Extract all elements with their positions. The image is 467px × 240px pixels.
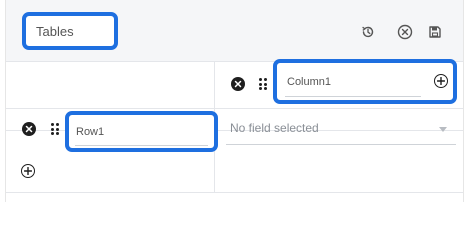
add-column-button[interactable] (434, 74, 448, 88)
field-select[interactable]: No field selected (230, 121, 319, 135)
close-icon (234, 80, 242, 88)
plus-icon (437, 77, 445, 85)
input-underline (75, 145, 208, 146)
save-button[interactable] (424, 21, 446, 43)
history-button[interactable] (357, 21, 379, 43)
right-edge (463, 0, 467, 202)
table-editor: Tables Column1 Row1 No field selected (0, 0, 467, 202)
drag-handle-icon[interactable] (51, 123, 59, 135)
title-field[interactable]: Tables (22, 12, 118, 50)
row-divider (6, 108, 463, 109)
history-icon (362, 26, 374, 38)
remove-row-button[interactable] (22, 122, 36, 136)
remove-column-button[interactable] (231, 77, 245, 91)
title-text: Tables (36, 24, 74, 39)
close-icon (25, 125, 33, 133)
table-grid: Column1 Row1 No field selected (6, 59, 463, 202)
row-divider (6, 192, 463, 193)
clear-button[interactable] (394, 21, 416, 43)
drag-handle-icon[interactable] (259, 78, 267, 90)
select-underline (226, 144, 456, 145)
input-underline (285, 96, 421, 97)
editor-header: Tables (6, 0, 463, 62)
chevron-down-icon[interactable] (439, 127, 447, 132)
column-label: Column1 (287, 76, 332, 88)
row-label-field[interactable]: Row1 (65, 111, 218, 152)
row-label: Row1 (76, 126, 105, 138)
save-icon (429, 26, 441, 38)
add-row-button[interactable] (21, 164, 35, 178)
clear-circle-icon (397, 24, 413, 40)
column-header-field[interactable]: Column1 (273, 59, 457, 104)
plus-icon (24, 167, 32, 175)
